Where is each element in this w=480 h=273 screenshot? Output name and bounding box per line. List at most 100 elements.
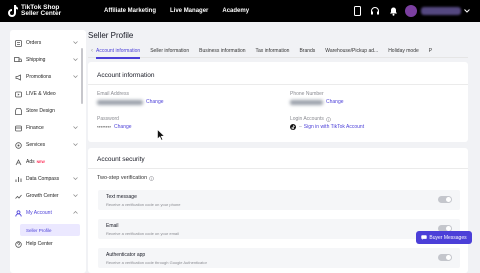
- tiktok-logo-icon: [290, 124, 296, 130]
- email-label: Email Address: [97, 91, 129, 97]
- top-right-actions: [345, 5, 470, 17]
- sidebar-item-promotions[interactable]: Promotions: [10, 70, 86, 84]
- phone-label: Phone Number: [290, 91, 324, 97]
- divider: [88, 84, 468, 85]
- chevron-down-icon: [73, 41, 78, 44]
- sidebar-item-ads[interactable]: Ads NEW: [10, 155, 86, 169]
- services-icon: [14, 141, 22, 149]
- tab-holiday-mode[interactable]: Holiday mode: [388, 44, 419, 58]
- sidebar-item-live-video[interactable]: LIVE & Video: [10, 87, 86, 101]
- tab-business-information[interactable]: Business information: [199, 44, 245, 58]
- authenticator-app-toggle[interactable]: [438, 254, 452, 261]
- sidebar: Orders Shipping Promotions LIVE & Video …: [10, 30, 86, 273]
- page-title: Seller Profile: [88, 31, 134, 40]
- tiktok-logo-icon: [8, 5, 18, 17]
- account-name-redacted[interactable]: [421, 7, 461, 15]
- sidebar-subitem-seller-profile[interactable]: Seller Profile: [20, 224, 80, 236]
- tab-brands[interactable]: Brands: [299, 44, 315, 58]
- info-icon[interactable]: [149, 175, 154, 181]
- tab-seller-information[interactable]: Seller information: [150, 44, 189, 58]
- password-value: ******** Change: [97, 124, 132, 130]
- tab-tax-information[interactable]: Tax information: [256, 44, 290, 58]
- sidebar-item-label: Promotions: [26, 74, 52, 80]
- chevron-down-icon: [73, 194, 78, 197]
- sidebar-item-label: Services: [26, 142, 46, 148]
- email-redacted: [97, 99, 143, 105]
- sidebar-item-growth-center[interactable]: Growth Center: [10, 189, 86, 203]
- sidebar-item-shipping[interactable]: Shipping: [10, 53, 86, 67]
- email-row: Email Receive a verification code on you…: [98, 219, 460, 239]
- sidebar-scrollbar[interactable]: [81, 48, 83, 104]
- authenticator-app-row: Authenticator app Receive a verification…: [98, 248, 460, 268]
- orders-icon: [14, 39, 22, 47]
- sidebar-item-label: My Account: [26, 210, 52, 216]
- sidebar-item-store-design[interactable]: Store Design: [10, 104, 86, 118]
- password-label: Password: [97, 116, 119, 122]
- text-message-row: Text message Receive a verification code…: [98, 190, 460, 210]
- chevron-down-icon: [73, 58, 78, 61]
- tab-warehouse-pickup[interactable]: Warehouse/Pickup ad...: [325, 44, 378, 58]
- two-step-text: Two-step verification: [97, 175, 148, 181]
- nav-academy[interactable]: Academy: [222, 8, 249, 14]
- tab-more[interactable]: P: [429, 44, 432, 58]
- sidebar-item-label: Store Design: [26, 108, 55, 114]
- buyer-messages-button[interactable]: Buyer Messages: [416, 231, 472, 244]
- ads-icon: [14, 158, 22, 166]
- help-icon: [14, 240, 22, 248]
- two-step-verification-label: Two-step verification: [97, 175, 154, 181]
- sidebar-item-my-account[interactable]: My Account: [10, 206, 86, 220]
- tiktok-login: – Sign in with TikTok Account: [290, 124, 364, 130]
- tab-account-information[interactable]: Account information: [96, 44, 141, 59]
- chevron-down-icon: [73, 75, 78, 78]
- chevron-down-icon: [73, 126, 78, 129]
- change-phone-link[interactable]: Change: [326, 99, 344, 105]
- text-message-toggle[interactable]: [438, 196, 452, 203]
- sidebar-item-label: Help Center: [26, 241, 53, 247]
- mobile-icon[interactable]: [351, 5, 363, 17]
- sidebar-item-label: Data Compass: [26, 176, 60, 182]
- sidebar-item-orders[interactable]: Orders: [10, 36, 86, 50]
- account-security-title: Account security: [97, 156, 145, 163]
- sidebar-item-data-compass[interactable]: Data Compass: [10, 172, 86, 186]
- tab-scroll-left-icon[interactable]: ‹: [88, 48, 96, 54]
- change-password-link[interactable]: Change: [114, 124, 132, 130]
- info-icon[interactable]: [326, 116, 331, 122]
- headset-icon[interactable]: [369, 5, 381, 17]
- row-description: Receive a verification code through Goog…: [106, 260, 207, 265]
- chevron-down-icon: [73, 177, 78, 180]
- avatar[interactable]: [405, 5, 417, 17]
- phone-redacted: [290, 99, 323, 105]
- bell-icon[interactable]: [387, 5, 399, 17]
- phone-value: Change: [290, 99, 344, 105]
- sign-in-tiktok-link[interactable]: Sign in with TikTok Account: [304, 124, 364, 130]
- new-badge: NEW: [36, 160, 45, 164]
- chevron-down-icon: [73, 143, 78, 146]
- sidebar-item-finance[interactable]: Finance: [10, 121, 86, 135]
- row-title: Email: [106, 223, 119, 229]
- logo-text: TikTok Shop Seller Center: [21, 3, 62, 17]
- change-email-link[interactable]: Change: [146, 99, 164, 105]
- email-value: Change: [97, 99, 164, 105]
- tiktok-shop-logo[interactable]: TikTok Shop Seller Center: [8, 3, 88, 18]
- nav-live-manager[interactable]: Live Manager: [170, 8, 208, 14]
- growth-icon: [14, 192, 22, 200]
- megaphone-icon: [14, 73, 22, 81]
- nav-affiliate-marketing[interactable]: Affiliate Marketing: [104, 8, 156, 14]
- compass-icon: [14, 175, 22, 183]
- sidebar-item-services[interactable]: Services: [10, 138, 86, 152]
- chevron-down-icon[interactable]: [464, 9, 470, 13]
- mouse-pointer-icon: [157, 129, 165, 141]
- sidebar-item-label: Orders: [26, 40, 42, 46]
- truck-icon: [14, 56, 22, 64]
- store-icon: [14, 107, 22, 115]
- sidebar-item-label: LIVE & Video: [26, 91, 56, 97]
- sidebar-item-label: Growth Center: [26, 193, 59, 199]
- chat-icon: [421, 235, 428, 240]
- video-icon: [14, 90, 22, 98]
- row-description: Receive a verification code on your emai…: [106, 231, 179, 236]
- sidebar-subitem-label: Seller Profile: [26, 227, 52, 233]
- account-information-title: Account information: [97, 72, 155, 79]
- top-bar: TikTok Shop Seller Center Affiliate Mark…: [0, 0, 480, 22]
- sidebar-item-help-center[interactable]: Help Center: [10, 237, 86, 251]
- row-description: Receive a verification code on your phon…: [106, 202, 181, 207]
